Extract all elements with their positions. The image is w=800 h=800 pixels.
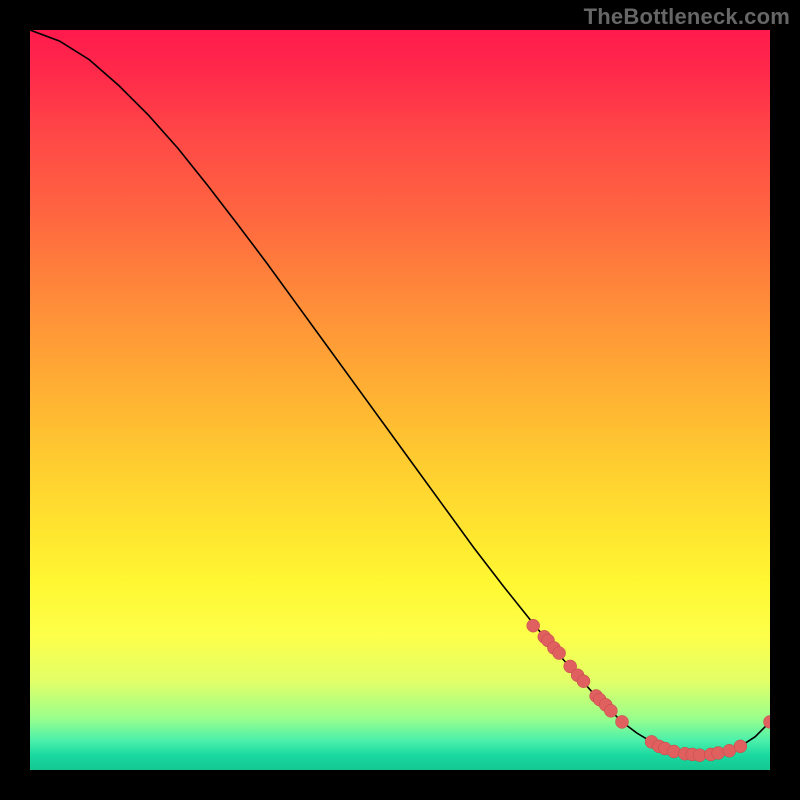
- data-point: [604, 704, 617, 717]
- data-point: [577, 675, 590, 688]
- plot-area: [30, 30, 770, 770]
- data-point: [553, 647, 566, 660]
- watermark-text: TheBottleneck.com: [584, 4, 790, 30]
- data-points: [527, 619, 770, 762]
- chart-container: TheBottleneck.com: [0, 0, 800, 800]
- data-point: [712, 746, 725, 759]
- chart-overlay-svg: [30, 30, 770, 770]
- data-point: [616, 715, 629, 728]
- data-point: [527, 619, 540, 632]
- data-point: [667, 745, 680, 758]
- bottleneck-curve: [30, 30, 770, 755]
- curve-path: [30, 30, 770, 755]
- data-point: [734, 740, 747, 753]
